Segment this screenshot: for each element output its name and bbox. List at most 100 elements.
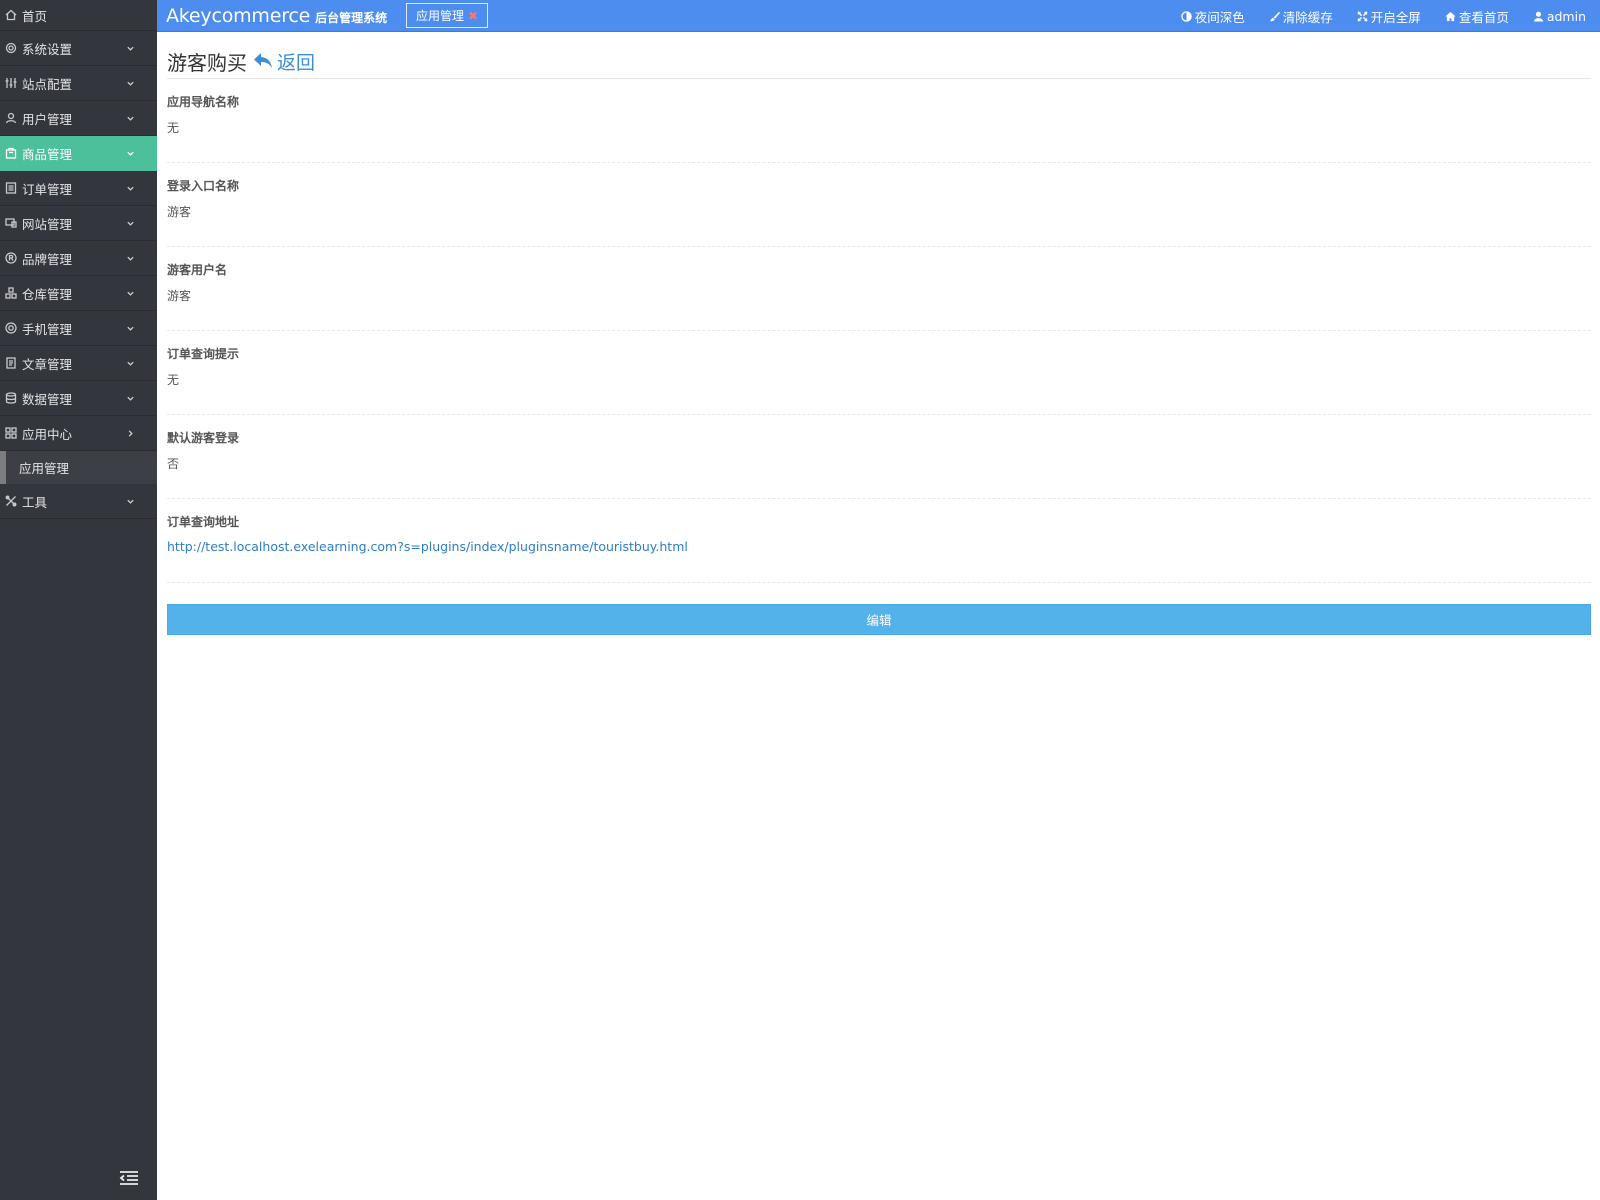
sidebar-item-warehouse-management[interactable]: 仓库管理	[0, 276, 157, 311]
field-value: 无	[167, 373, 180, 387]
chevron-down-icon	[123, 216, 137, 230]
boxes-icon	[4, 286, 18, 300]
chevron-down-icon	[123, 321, 137, 335]
sidebar-item-home[interactable]: 首页	[0, 0, 157, 31]
field-nav-name: 应用导航名称 无	[167, 79, 1591, 163]
clear-cache-button[interactable]: 清除缓存	[1269, 7, 1333, 26]
sidebar-item-site-config[interactable]: 站点配置	[0, 66, 157, 101]
sidebar-item-label: 商品管理	[22, 146, 73, 162]
sidebar-collapse-button[interactable]	[119, 1170, 139, 1186]
sidebar-item-label: 数据管理	[22, 391, 73, 407]
sidebar-item-label: 订单管理	[22, 181, 73, 197]
brand-name: Akeycommerce	[166, 4, 311, 27]
field-order-query-tip: 订单查询提示 无	[167, 331, 1591, 415]
sidebar-item-order-management[interactable]: 订单管理	[0, 171, 157, 206]
bag-icon	[4, 146, 18, 160]
contrast-icon	[1181, 10, 1192, 22]
brand[interactable]: Akeycommerce 后台管理系统	[166, 5, 387, 27]
sidebar-item-label: 品牌管理	[22, 251, 73, 267]
back-link[interactable]: 返回	[253, 48, 315, 75]
list-icon	[4, 181, 18, 195]
night-mode-button[interactable]: 夜间深色	[1181, 7, 1245, 26]
sidebar-item-label: 首页	[22, 8, 48, 24]
chevron-down-icon	[123, 181, 137, 195]
field-order-query-url: 订单查询地址 http://test.localhost.exelearning…	[167, 499, 1591, 583]
field-value: 游客	[167, 289, 192, 303]
grid-icon	[4, 426, 18, 440]
chevron-down-icon	[123, 251, 137, 265]
indent-icon	[119, 1171, 138, 1185]
chevron-down-icon	[123, 76, 137, 90]
field-label: 游客用户名	[167, 263, 228, 277]
field-label: 应用导航名称	[167, 95, 240, 109]
sliders-icon	[4, 76, 18, 90]
sidebar-item-article-management[interactable]: 文章管理	[0, 346, 157, 381]
page-header: 游客购买 返回	[167, 32, 1591, 79]
database-icon	[4, 391, 18, 405]
topbar: Akeycommerce 后台管理系统 应用管理 ✖ 夜间深色 清除缓存 开启全…	[157, 0, 1600, 32]
chevron-down-icon	[123, 286, 137, 300]
field-value: 无	[167, 121, 180, 135]
chevron-down-icon	[123, 356, 137, 370]
phone-icon	[4, 321, 18, 335]
sidebar-item-app-center[interactable]: 应用中心	[0, 416, 157, 451]
expand-icon	[1357, 10, 1368, 22]
sidebar-subitem-app-management[interactable]: 应用管理	[0, 451, 157, 484]
user-icon	[4, 111, 18, 125]
sidebar-item-label: 手机管理	[22, 321, 73, 337]
sidebar-item-label: 系统设置	[22, 41, 73, 57]
user-icon	[1533, 11, 1543, 22]
field-label: 订单查询地址	[167, 515, 240, 529]
field-label: 默认游客登录	[167, 431, 240, 445]
sidebar-item-tools[interactable]: 工具	[0, 484, 157, 519]
edit-button[interactable]: 编辑	[167, 604, 1591, 635]
sidebar-item-brand-management[interactable]: 品牌管理	[0, 241, 157, 276]
field-login-entry-name: 登录入口名称 游客	[167, 163, 1591, 247]
chevron-down-icon	[123, 111, 137, 125]
sidebar-item-product-management[interactable]: 商品管理	[0, 136, 157, 171]
sidebar: 首页 系统设置 站点配置 用户管理 商品管理 订单管理 网站管理 品牌管理 仓库…	[0, 0, 157, 1200]
sidebar-item-label: 应用中心	[22, 426, 73, 442]
home-icon	[1445, 11, 1456, 21]
sidebar-item-label: 用户管理	[22, 111, 73, 127]
sidebar-item-label: 网站管理	[22, 216, 73, 232]
tab-app-management[interactable]: 应用管理 ✖	[406, 3, 489, 28]
chevron-down-icon	[123, 41, 137, 55]
field-default-guest-login: 默认游客登录 否	[167, 415, 1591, 499]
tools-icon	[4, 494, 18, 508]
top-nav: 夜间深色 清除缓存 开启全屏 查看首页 admin	[1181, 0, 1600, 32]
sidebar-subitem-label: 应用管理	[19, 461, 70, 476]
sidebar-item-label: 文章管理	[22, 356, 73, 372]
brand-subtitle: 后台管理系统	[315, 10, 388, 25]
field-guest-username: 游客用户名 游客	[167, 247, 1591, 331]
field-value: 游客	[167, 205, 192, 219]
sidebar-item-label: 工具	[22, 494, 48, 510]
sidebar-item-label: 站点配置	[22, 76, 73, 92]
brush-icon	[1269, 11, 1280, 21]
close-icon[interactable]: ✖	[468, 9, 478, 23]
main-content: 游客购买 返回 应用导航名称 无 登录入口名称 游客 游客用户名 游客 订单查询…	[167, 32, 1591, 635]
tab-label: 应用管理	[416, 9, 465, 23]
sidebar-item-phone-management[interactable]: 手机管理	[0, 311, 157, 346]
view-home-button[interactable]: 查看首页	[1445, 7, 1509, 26]
reply-icon	[254, 53, 272, 68]
sidebar-item-system-settings[interactable]: 系统设置	[0, 31, 157, 66]
field-label: 登录入口名称	[167, 179, 240, 193]
sidebar-item-website-management[interactable]: 网站管理	[0, 206, 157, 241]
chevron-down-icon	[123, 494, 137, 508]
page-title: 游客购买	[167, 50, 247, 75]
chevron-down-icon	[123, 391, 137, 405]
chevron-down-icon	[123, 146, 137, 160]
field-label: 订单查询提示	[167, 347, 240, 361]
home-icon	[4, 8, 18, 22]
sidebar-item-user-management[interactable]: 用户管理	[0, 101, 157, 136]
document-icon	[4, 356, 18, 370]
sidebar-item-data-management[interactable]: 数据管理	[0, 381, 157, 416]
sidebar-item-label: 仓库管理	[22, 286, 73, 302]
order-query-url-link[interactable]: http://test.localhost.exelearning.com?s=…	[167, 539, 1591, 554]
gear-icon	[4, 41, 18, 55]
monitor-icon	[4, 216, 18, 230]
user-menu-button[interactable]: admin	[1533, 9, 1586, 24]
fullscreen-button[interactable]: 开启全屏	[1357, 7, 1421, 26]
chevron-right-icon	[123, 426, 137, 440]
